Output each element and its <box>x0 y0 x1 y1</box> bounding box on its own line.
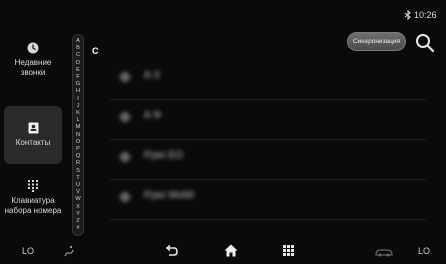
search-icon[interactable] <box>415 33 435 53</box>
sidebar-item-keypad[interactable]: Клавиатура набора номера <box>4 180 62 238</box>
contact-avatar-icon <box>120 152 130 162</box>
seat-heat-icon[interactable] <box>62 244 76 258</box>
alphabet-letter[interactable]: T <box>76 175 79 182</box>
alphabet-letter[interactable]: Y <box>76 211 80 218</box>
alphabet-letter[interactable]: D <box>76 60 80 67</box>
alphabet-letter[interactable]: K <box>76 110 80 117</box>
bottom-bar: LO LO <box>0 238 446 264</box>
sidebar-item-label: Недавние звонки <box>14 58 52 77</box>
sidebar: Недавние звонки Контакты Клавиатура набо… <box>0 30 66 236</box>
alphabet-letter[interactable]: G <box>76 81 80 88</box>
alphabet-letter[interactable]: C <box>76 52 80 59</box>
contact-name: А З <box>144 70 160 81</box>
contact-row[interactable]: Руке ЕО <box>110 140 426 180</box>
sidebar-item-contacts[interactable]: Контакты <box>4 106 62 164</box>
alphabet-index[interactable]: A B C D E F G H I J K L M N O P Q R S T U V W X Y Z # <box>72 34 84 236</box>
alphabet-letter[interactable]: H <box>76 88 80 95</box>
contact-avatar-icon <box>120 192 130 202</box>
contact-avatar-icon <box>120 112 130 122</box>
alphabet-letter[interactable]: S <box>76 168 80 175</box>
alphabet-letter[interactable]: F <box>76 74 79 81</box>
apps-grid-icon[interactable] <box>283 245 294 256</box>
home-icon[interactable] <box>224 244 238 257</box>
clock-icon <box>27 42 39 54</box>
alphabet-letter[interactable]: X <box>76 204 80 211</box>
contact-row[interactable]: Руке Мобб <box>110 180 426 220</box>
bluetooth-icon <box>404 10 411 20</box>
contact-name: Руке ЕО <box>144 150 183 161</box>
alphabet-letter[interactable]: # <box>76 225 79 232</box>
alphabet-letter[interactable]: U <box>76 182 80 189</box>
alphabet-letter[interactable]: A <box>76 38 80 45</box>
alphabet-letter[interactable]: Z <box>76 218 79 225</box>
keypad-icon <box>28 180 38 192</box>
car-air-icon[interactable] <box>374 247 394 257</box>
alphabet-letter[interactable]: J <box>77 103 80 110</box>
clock: 10:26 <box>414 10 437 20</box>
sync-button[interactable]: Синхронизация <box>347 32 406 51</box>
section-letter: C <box>92 46 99 56</box>
alphabet-letter[interactable]: Q <box>76 153 80 160</box>
contact-name: А Ф <box>144 110 162 121</box>
alphabet-letter[interactable]: E <box>76 67 80 74</box>
sidebar-item-label: Контакты <box>15 138 51 147</box>
alphabet-letter[interactable]: P <box>76 146 80 153</box>
alphabet-letter[interactable]: O <box>76 139 80 146</box>
alphabet-letter[interactable]: L <box>76 117 79 124</box>
sidebar-item-recent-calls[interactable]: Недавние звонки <box>4 42 62 90</box>
alphabet-letter[interactable]: I <box>77 96 79 103</box>
temperature-left[interactable]: LO <box>22 246 34 256</box>
contacts-icon <box>28 122 38 134</box>
contact-row[interactable]: А З <box>110 60 426 100</box>
alphabet-letter[interactable]: N <box>76 132 80 139</box>
temperature-right[interactable]: LO <box>418 246 430 256</box>
alphabet-letter[interactable]: R <box>76 160 80 167</box>
alphabet-letter[interactable]: M <box>76 124 81 131</box>
alphabet-letter[interactable]: B <box>76 45 80 52</box>
alphabet-letter[interactable]: W <box>75 196 80 203</box>
contact-list: А З А Ф Руке ЕО Руке Мобб <box>110 62 426 220</box>
contact-name: Руке Мобб <box>144 190 194 201</box>
contact-avatar-icon <box>120 72 130 82</box>
back-icon[interactable] <box>165 245 179 257</box>
alphabet-letter[interactable]: V <box>76 189 80 196</box>
status-bar: 10:26 <box>0 0 446 26</box>
contact-row[interactable]: А Ф <box>110 100 426 140</box>
sidebar-item-label: Клавиатура набора номера <box>4 196 62 215</box>
